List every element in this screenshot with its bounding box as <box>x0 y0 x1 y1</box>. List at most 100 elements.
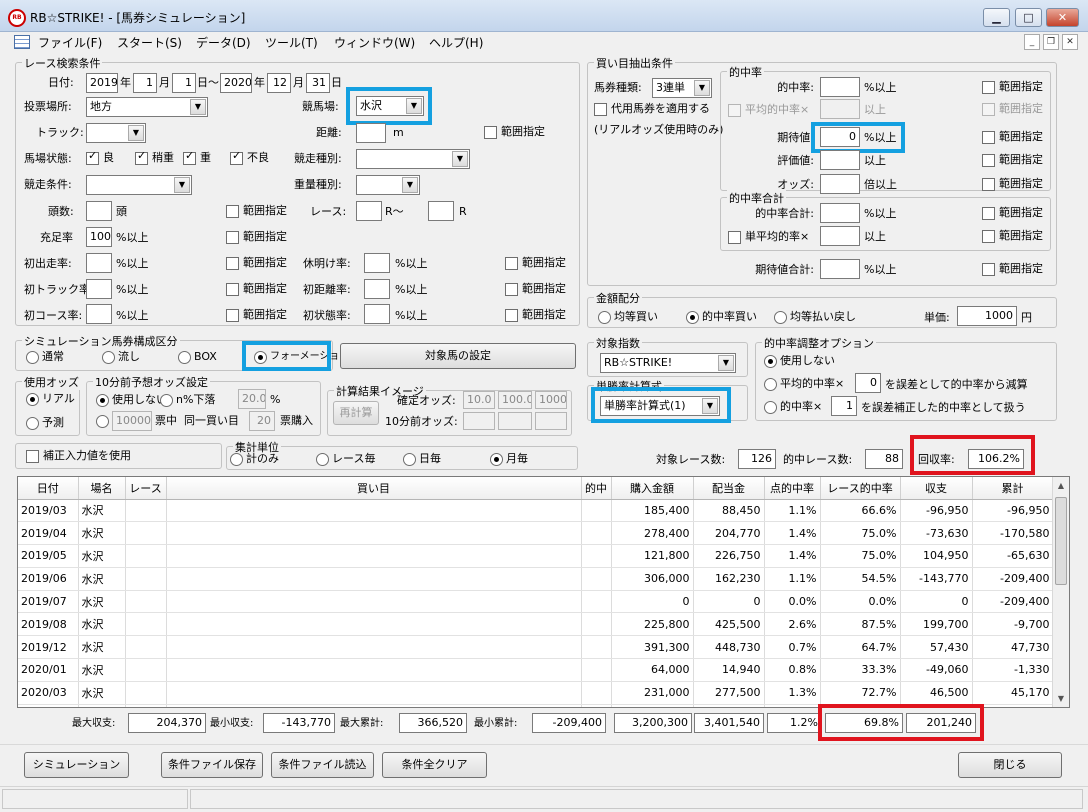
first-dist-input[interactable] <box>364 279 390 299</box>
hit-sum-range-checkbox[interactable]: 範囲指定 <box>982 206 1043 222</box>
table-row[interactable]: 2019/08 水沢 225,800 425,500 2.6% 87.5% 199,700-… <box>18 612 1054 637</box>
scroll-down-icon[interactable]: ▼ <box>1053 690 1069 707</box>
mdi-restore-button[interactable]: ❐ <box>1043 34 1059 50</box>
menu-tools[interactable]: ツール(T) <box>265 34 318 51</box>
avg-hit-range-checkbox[interactable]: 範囲指定 <box>982 102 1043 118</box>
scroll-thumb[interactable] <box>1055 497 1067 585</box>
single-avg-range-checkbox[interactable]: 範囲指定 <box>982 229 1043 245</box>
first-run-input[interactable] <box>86 253 112 273</box>
close-window-button[interactable]: ✕ <box>1046 8 1079 27</box>
ev-input[interactable]: 0 <box>820 127 860 147</box>
cond-heavy-checkbox[interactable]: 重 <box>183 149 211 167</box>
col-payout[interactable]: 配当金 <box>693 477 765 500</box>
col-venue[interactable]: 場名 <box>78 477 126 500</box>
supplement-checkbox[interactable]: 補正入力値を使用 <box>26 449 131 465</box>
odds-input[interactable] <box>820 174 860 194</box>
cond-bad-checkbox[interactable]: 不良 <box>230 149 269 167</box>
from-year-input[interactable]: 2019 <box>86 73 118 93</box>
col-race-hit[interactable]: レース的中率 <box>820 477 901 500</box>
single-avg-checkbox[interactable]: 単平均的率× <box>728 230 809 246</box>
simulate-button[interactable]: シミュレーション <box>24 752 129 778</box>
recalc-button[interactable]: 再計算 <box>333 401 379 425</box>
first-status-range-checkbox[interactable]: 範囲指定 <box>505 308 566 324</box>
agg-day-radio[interactable]: 日毎 <box>403 452 441 468</box>
race-type-select[interactable]: ▼ <box>356 149 470 169</box>
sim-box-radio[interactable]: BOX <box>178 350 217 366</box>
from-month-input[interactable]: 1 <box>133 73 157 93</box>
table-row[interactable]: 2019/03 水沢 185,400 88,450 1.1% 66.6% -96,950 -9… <box>18 499 1054 523</box>
first-track-input[interactable] <box>86 279 112 299</box>
agg-race-radio[interactable]: レース毎 <box>316 452 375 468</box>
menu-help[interactable]: ヘルプ(H) <box>429 34 483 51</box>
race-condition-select[interactable]: ▼ <box>86 175 192 195</box>
load-conditions-button[interactable]: 条件ファイル読込 <box>271 752 374 778</box>
ev-range-checkbox[interactable]: 範囲指定 <box>982 130 1043 146</box>
mdi-minimize-button[interactable]: _ <box>1024 34 1040 50</box>
cond-good-checkbox[interactable]: 良 <box>86 149 114 167</box>
cond-slight-checkbox[interactable]: 稍重 <box>135 149 174 167</box>
odds10-same-input[interactable]: 20 <box>249 411 275 431</box>
money-equal-radio[interactable]: 均等買い <box>598 310 658 326</box>
col-purchase[interactable]: 購入金額 <box>611 477 694 500</box>
clear-conditions-button[interactable]: 条件全クリア <box>382 752 487 778</box>
first-status-input[interactable] <box>364 304 390 324</box>
distance-input[interactable] <box>356 123 386 143</box>
odds-range-checkbox[interactable]: 範囲指定 <box>982 177 1043 193</box>
unit-price-input[interactable]: 1000 <box>957 306 1017 326</box>
menu-start[interactable]: スタート(S) <box>117 34 182 51</box>
scroll-up-icon[interactable]: ▲ <box>1053 477 1069 494</box>
heads-range-checkbox[interactable]: 範囲指定 <box>226 204 287 220</box>
table-row[interactable]: 2019/07 水沢 0 0 0.0% 0.0% 0 -209,400 <box>18 590 1054 614</box>
score-input[interactable] <box>820 150 860 170</box>
adjust-none-radio[interactable]: 使用しない <box>764 354 835 370</box>
col-bets[interactable]: 買い目 <box>166 477 582 500</box>
sim-flow-radio[interactable]: 流し <box>102 350 140 366</box>
ev-sum-range-checkbox[interactable]: 範囲指定 <box>982 262 1043 278</box>
ev-sum-input[interactable] <box>820 259 860 279</box>
table-row[interactable]: 2020/03 水沢 231,000 277,500 1.3% 72.7% 46,500 45… <box>18 681 1054 705</box>
menu-file[interactable]: ファイル(F) <box>38 34 102 51</box>
table-row[interactable]: 2019/04 水沢 278,400 204,770 1.4% 75.0% -73,630-… <box>18 521 1054 546</box>
col-cumulative[interactable]: 累計 <box>972 477 1054 500</box>
adjust-subtract-radio[interactable]: 平均的中率× <box>764 377 844 393</box>
weight-type-select[interactable]: ▼ <box>356 175 420 195</box>
win-formula-select[interactable]: 単勝率計算式(1) ▼ <box>600 396 720 416</box>
avg-hit-checkbox[interactable]: 平均的中率× <box>728 103 809 119</box>
document-icon[interactable] <box>14 35 30 49</box>
table-row[interactable]: 2020/01 水沢 64,000 14,940 0.8% 33.3% -49,060 -1,… <box>18 658 1054 682</box>
money-hit-radio[interactable]: 的中率買い <box>686 310 757 326</box>
adjust-correct-input[interactable]: 1 <box>831 396 857 416</box>
odds10-volume-radio[interactable] <box>96 414 112 430</box>
odds10-drop-input[interactable]: 20.0 <box>238 389 266 409</box>
substitute-checkbox[interactable]: 代用馬券を適用する <box>594 102 710 118</box>
odds-forecast-radio[interactable]: 予測 <box>26 416 64 432</box>
agg-month-radio[interactable]: 月毎 <box>490 452 528 468</box>
heads-input[interactable] <box>86 201 112 221</box>
avg-hit-input[interactable] <box>820 99 860 119</box>
track-select[interactable]: ▼ <box>86 123 146 143</box>
first-track-range-checkbox[interactable]: 範囲指定 <box>226 282 287 298</box>
odds10-volume-input[interactable]: 10000 <box>112 411 152 431</box>
money-refund-radio[interactable]: 均等払い戻し <box>774 310 856 326</box>
mdi-close-button[interactable]: ✕ <box>1062 34 1078 50</box>
table-row[interactable]: 2019/05 水沢 121,800 226,750 1.4% 75.0% 104,950-… <box>18 544 1054 568</box>
sim-normal-radio[interactable]: 通常 <box>26 350 64 366</box>
hit-rate-range-checkbox[interactable]: 範囲指定 <box>982 80 1043 96</box>
sim-formation-radio[interactable]: フォーメーション <box>254 350 349 366</box>
col-hit[interactable]: 的中 <box>581 477 612 500</box>
save-conditions-button[interactable]: 条件ファイル保存 <box>161 752 263 778</box>
maximize-button[interactable]: □ <box>1015 8 1042 27</box>
to-year-input[interactable]: 2020 <box>220 73 252 93</box>
minimize-button[interactable]: ▁ <box>983 8 1010 27</box>
fill-range-checkbox[interactable]: 範囲指定 <box>226 230 287 246</box>
venue-type-select[interactable]: 地方 ▼ <box>86 97 208 117</box>
col-race[interactable]: レース <box>125 477 167 500</box>
menu-data[interactable]: データ(D) <box>196 34 251 51</box>
adjust-subtract-input[interactable]: 0 <box>855 373 881 393</box>
close-button[interactable]: 閉じる <box>958 752 1062 778</box>
results-table[interactable]: 日付 場名 レース 買い目 的中 購入金額 配当金 点的中率 レース的中率 収支… <box>17 476 1070 708</box>
odds10-drop-radio[interactable]: n%下落 <box>160 393 215 409</box>
table-row[interactable]: 2019/06 水沢 306,000 162,230 1.1% 54.5% -143,770… <box>18 567 1054 591</box>
fill-rate-input[interactable]: 100 <box>86 227 112 247</box>
adjust-correct-radio[interactable]: 的中率× <box>764 400 822 416</box>
